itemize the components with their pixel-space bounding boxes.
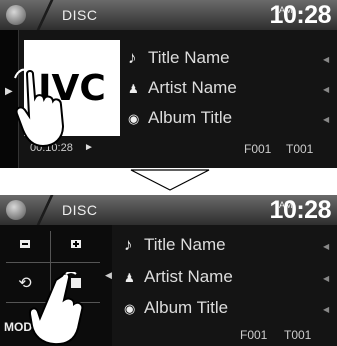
folder-number: F001 (240, 328, 268, 342)
album-row: ◉ Album Title (128, 108, 232, 128)
folder-number: F001 (244, 142, 272, 156)
artist-name: Artist Name (148, 78, 237, 97)
title-name: Title Name (148, 48, 230, 67)
artist-scroll-icon[interactable]: ◀ (323, 85, 329, 94)
artist-row: ♟ Artist Name (124, 267, 233, 287)
album-row: ◉ Album Title (124, 298, 228, 318)
artist-row: ♟ Artist Name (128, 78, 237, 98)
title-name: Title Name (144, 235, 226, 254)
track-number: T001 (286, 142, 314, 156)
transition-arrow-icon (130, 169, 210, 191)
pointing-hand-icon (28, 272, 84, 346)
artist-name: Artist Name (144, 267, 233, 286)
music-note-icon: ♪ (128, 48, 137, 67)
status-bar: DISC AM 10:28 (0, 0, 337, 30)
title-scroll-icon[interactable]: ◀ (323, 242, 329, 251)
track-number: T001 (284, 328, 312, 342)
title-row: ♪ Title Name (124, 235, 226, 255)
folder-minus-icon (20, 239, 30, 248)
divider (36, 195, 54, 225)
folder-prev-button[interactable] (0, 225, 50, 262)
person-icon: ♟ (128, 82, 139, 96)
music-note-icon: ♪ (124, 235, 133, 254)
divider (36, 0, 54, 30)
artist-scroll-icon[interactable]: ◀ (323, 274, 329, 283)
play-icon: ► (84, 142, 94, 153)
source-label: DISC (62, 7, 98, 23)
folder-next-button[interactable] (51, 225, 101, 262)
status-bar: DISC AM 10:28 (0, 195, 337, 225)
folder-plus-icon (71, 239, 81, 248)
pointing-hand-icon (14, 68, 65, 148)
disc-icon: ◉ (124, 301, 136, 316)
album-scroll-icon[interactable]: ◀ (323, 115, 329, 124)
title-scroll-icon[interactable]: ◀ (323, 55, 329, 64)
disc-icon: ◉ (128, 111, 140, 126)
album-scroll-icon[interactable]: ◀ (323, 305, 329, 314)
home-logo-icon[interactable] (6, 5, 26, 25)
source-label: DISC (62, 202, 98, 218)
album-title: Album Title (148, 108, 233, 127)
expand-arrow-icon[interactable]: ▶ (5, 86, 13, 97)
home-logo-icon[interactable] (6, 200, 26, 220)
collapse-arrow-icon[interactable]: ◀ (105, 270, 112, 281)
title-row: ♪ Title Name (128, 48, 230, 68)
clock: 10:28 (269, 196, 332, 224)
person-icon: ♟ (124, 271, 135, 285)
album-title: Album Title (144, 298, 229, 317)
clock: 10:28 (269, 1, 332, 29)
